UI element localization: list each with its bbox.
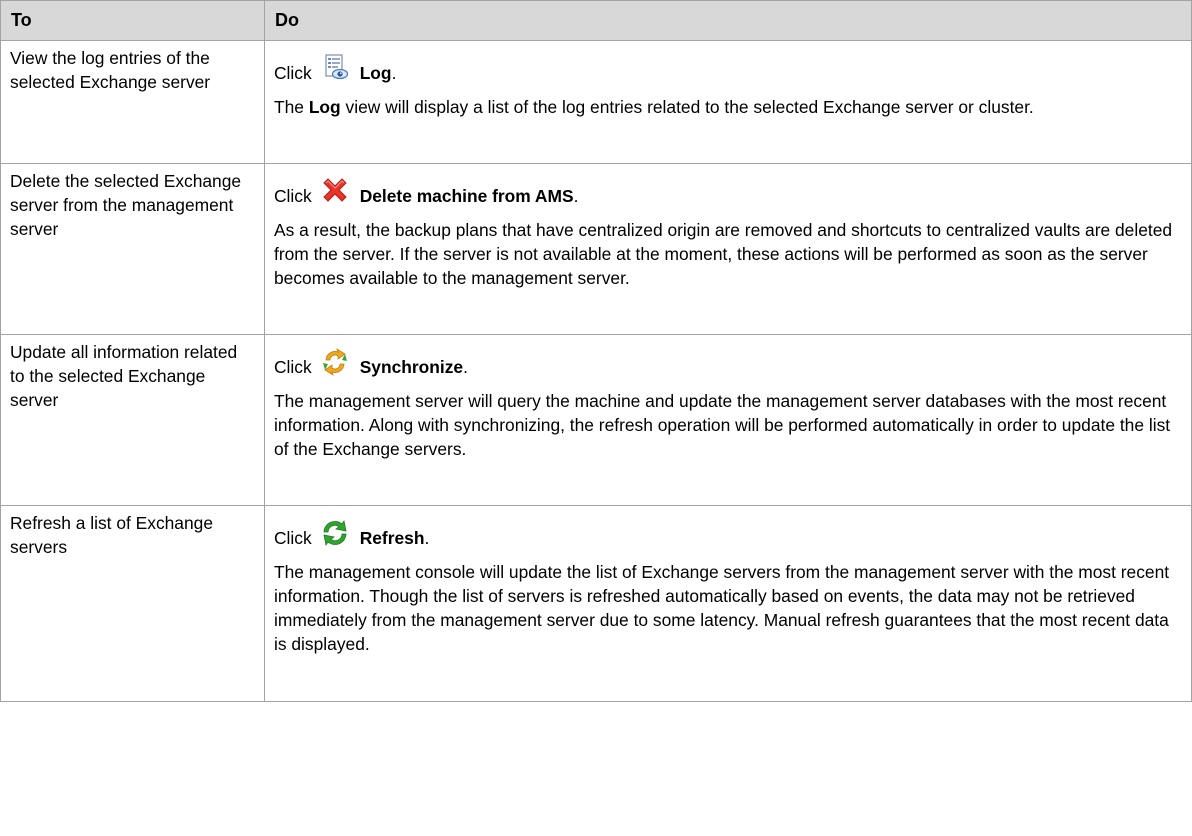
log-view-name: Log [308,97,341,117]
click-word: Click [274,357,312,377]
log-command: Log [359,63,392,83]
action-line: Click Delete machine from AMS. [274,174,1179,208]
table-row-log: View the log entries of the selected Exc… [0,40,1192,164]
desc-text: view will display a list of the log entr… [340,97,1034,117]
table-header-row: To Do [0,0,1192,41]
to-cell: Refresh a list of Exchange servers [0,505,265,702]
delete-icon[interactable] [320,176,350,206]
click-word: Click [274,63,312,83]
delete-description: As a result, the backup plans that have … [274,220,1173,288]
actions-table: To Do View the log entries of the select… [0,0,1192,702]
refresh-command: Refresh [359,528,425,548]
synchronize-description: The management server will query the mac… [274,391,1171,459]
desc-text: The [274,97,309,117]
do-cell: Click Synchronize. The management server… [264,334,1192,506]
action-line: Click Refresh. [274,516,1179,550]
period: . [463,357,468,377]
period: . [573,186,579,206]
do-cell: Click Log . The Log view will display a … [264,40,1192,164]
delete-command: Delete machine from AMS [359,186,574,206]
synchronize-command: Synchronize [359,357,464,377]
refresh-description: The management console will update the l… [274,562,1170,654]
synchronize-icon[interactable] [320,347,350,377]
log-icon[interactable] [320,53,350,83]
period: . [391,63,397,83]
period: . [424,528,430,548]
do-cell: Click Delete machine from AMS. As a resu… [264,163,1192,335]
table-row-delete: Delete the selected Exchange server from… [0,163,1192,335]
click-word: Click [274,528,312,548]
header-do: Do [264,0,1192,41]
to-cell: Delete the selected Exchange server from… [0,163,265,335]
table-row-refresh: Refresh a list of Exchange servers Click… [0,505,1192,702]
action-line: Click Log . [274,51,1179,85]
refresh-icon[interactable] [320,518,350,548]
do-cell: Click Refresh. The management console wi… [264,505,1192,702]
header-to: To [0,0,265,41]
log-description: The Log view will display a list of the … [274,95,1179,119]
click-word: Click [274,186,312,206]
to-cell: View the log entries of the selected Exc… [0,40,265,164]
table-row-synchronize: Update all information related to the se… [0,334,1192,506]
to-cell: Update all information related to the se… [0,334,265,506]
action-line: Click Synchronize. [274,345,1179,379]
